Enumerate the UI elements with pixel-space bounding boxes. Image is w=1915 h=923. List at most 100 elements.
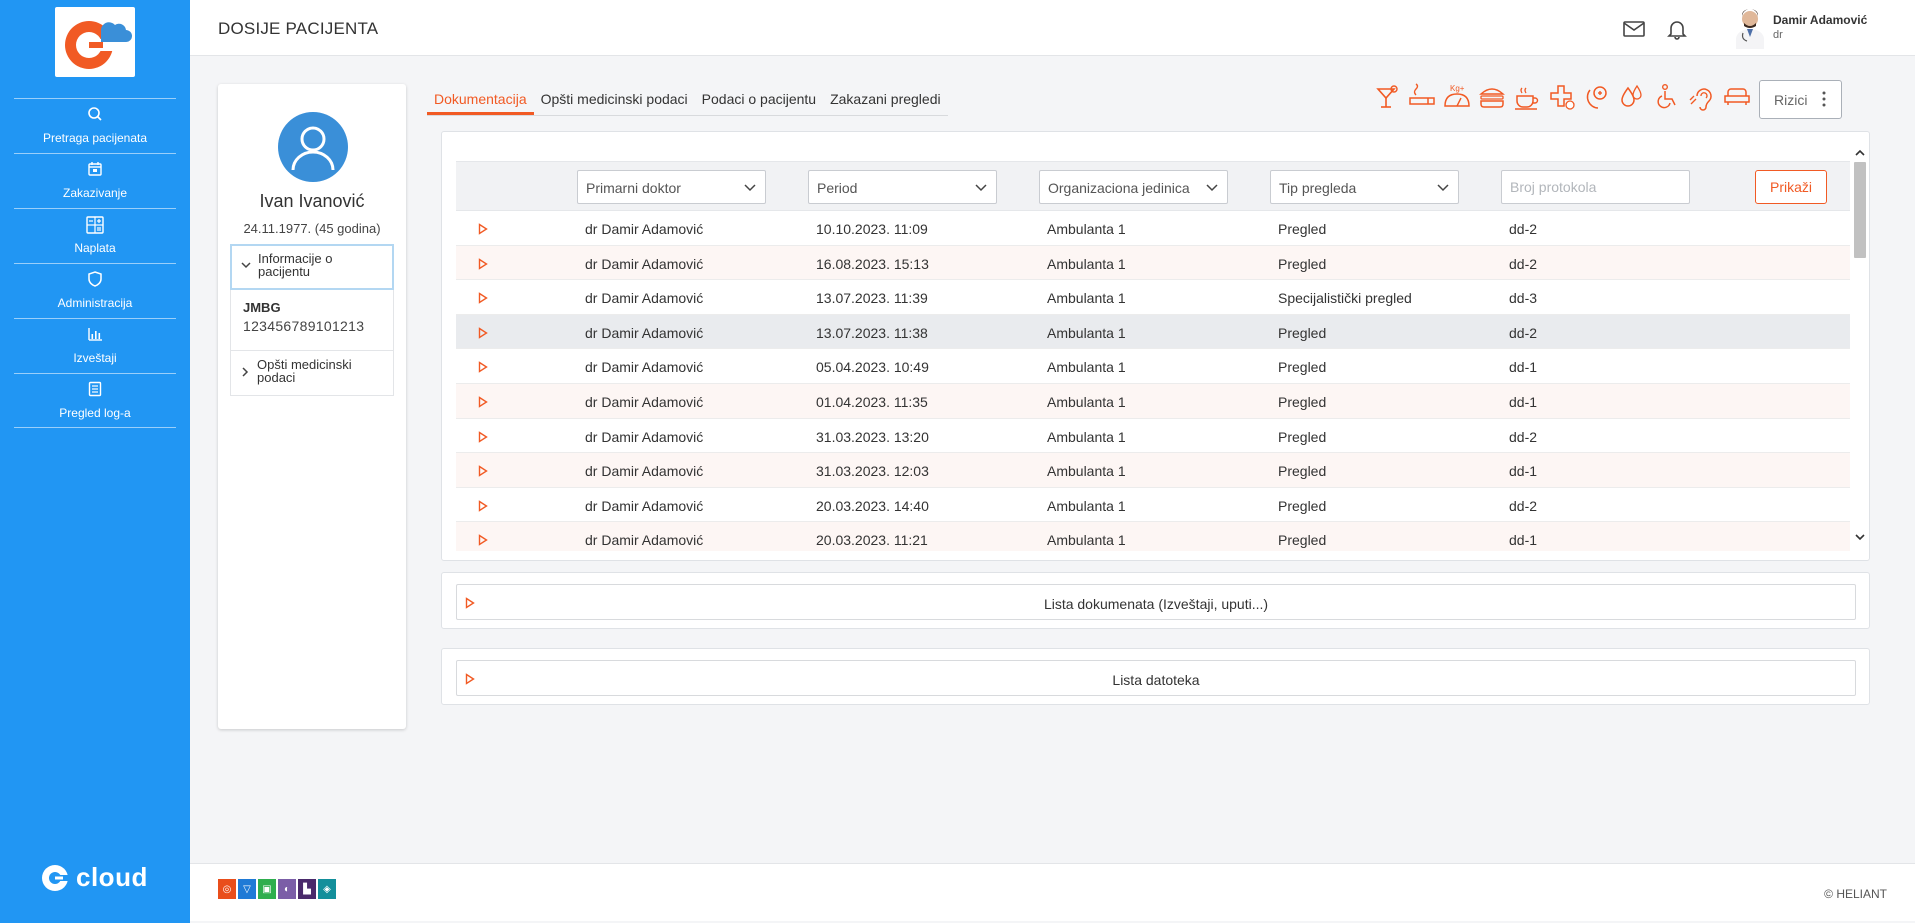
user-name[interactable]: Damir Adamović (1773, 13, 1867, 27)
table-row[interactable]: dr Damir Adamović 13.07.2023. 11:38 Ambula… (456, 314, 1850, 350)
exam-type-filter[interactable]: Tip pregleda (1270, 170, 1459, 204)
unit-cell: Ambulanta 1 (1047, 532, 1126, 549)
exam-type-cell: Pregled (1278, 393, 1327, 410)
date-cell: 31.03.2023. 12:03 (816, 463, 929, 480)
tab-general-medical-data[interactable]: Opšti medicinski podaci (534, 86, 695, 115)
sidebar-item-label: Zakazivanje (62, 186, 128, 200)
jmbg-value: 123456789101213 (243, 318, 365, 334)
virus-icon[interactable] (1582, 82, 1612, 112)
badge-green-icon[interactable]: ▣ (258, 879, 276, 899)
sidebar-item-label: Pregled log-a (59, 406, 131, 420)
drops-icon[interactable] (1617, 82, 1647, 112)
table-row[interactable]: dr Damir Adamović 01.04.2023. 11:35 Ambula… (456, 383, 1850, 419)
unit-cell: Ambulanta 1 (1047, 255, 1126, 272)
doctor-cell: dr Damir Adamović (585, 221, 704, 237)
mail-icon[interactable] (1622, 18, 1646, 40)
play-icon[interactable] (478, 395, 488, 411)
accordion-patient-info[interactable]: Informacije o pacijentu (230, 244, 394, 290)
patient-info-body: JMBG 123456789101213 (230, 290, 394, 350)
scroll-up-icon[interactable] (1855, 148, 1865, 158)
user-icon (291, 126, 335, 171)
protocol-cell: dd-1 (1509, 532, 1538, 549)
table-row[interactable]: dr Damir Adamović 16.08.2023. 15:13 Ambula… (456, 245, 1850, 281)
copyright: © HELIANT (1824, 887, 1887, 901)
unit-filter[interactable]: Organizaciona jedinica (1039, 170, 1228, 204)
tab-documentation[interactable]: Dokumentacija (427, 86, 534, 115)
doctor-cell: dr Damir Adamović (585, 428, 704, 445)
play-icon[interactable] (478, 499, 488, 515)
show-button[interactable]: Prikaži (1755, 170, 1827, 204)
badge-purple-icon[interactable]: ◐ (278, 879, 296, 899)
badge-blue-icon[interactable]: ▽ (238, 879, 256, 899)
table-row[interactable]: dr Damir Adamović 20.03.2023. 11:21 Ambula… (456, 522, 1850, 551)
sofa-icon[interactable] (1722, 82, 1752, 112)
doctor-cell: dr Damir Adamović (585, 463, 704, 480)
burger-icon[interactable] (1477, 82, 1507, 112)
date-cell: 13.07.2023. 11:38 (816, 324, 928, 341)
table-row[interactable]: dr Damir Adamović 13.07.2023. 11:39 Ambula… (456, 280, 1850, 315)
tab-scheduled-exams[interactable]: Zakazani pregledi (823, 86, 948, 115)
sidebar-item-administration[interactable]: Administracija (14, 263, 176, 318)
date-cell: 05.04.2023. 10:49 (816, 359, 929, 376)
sidebar-item-label: Pretraga pacijenata (42, 131, 148, 145)
weight-icon[interactable]: Kg+ (1442, 82, 1472, 112)
play-icon[interactable] (478, 360, 488, 376)
sidebar: Pretraga pacijenata Zakazivanje Naplata … (0, 0, 190, 923)
sidebar-item-scheduling[interactable]: Zakazivanje (14, 153, 176, 208)
sidebar-item-reports[interactable]: Izveštaji (14, 318, 176, 373)
bell-icon[interactable] (1665, 18, 1689, 40)
play-icon[interactable] (478, 464, 488, 480)
badge-teal-icon[interactable]: ◈ (318, 879, 336, 899)
exams-table: dr Damir Adamović 10.10.2023. 11:09 Ambula… (456, 211, 1850, 551)
unit-cell: Ambulanta 1 (1047, 359, 1126, 376)
risks-button-label: Rizici (1774, 92, 1808, 108)
documents-list-toggle[interactable]: Lista dokumenata (Izveštaji, uputi...) (456, 584, 1856, 620)
risk-icons: Kg+ (1372, 82, 1752, 114)
search-icon (14, 105, 176, 127)
doctor-filter[interactable]: Primarni doktor (577, 170, 766, 204)
medical-cross-icon[interactable] (1547, 82, 1577, 112)
play-icon[interactable] (478, 257, 488, 273)
unit-cell: Ambulanta 1 (1047, 497, 1126, 514)
risks-button[interactable]: Rizici (1759, 80, 1842, 119)
play-icon[interactable] (478, 533, 488, 549)
unit-cell: Ambulanta 1 (1047, 290, 1126, 307)
table-row[interactable]: dr Damir Adamović 20.03.2023. 14:40 Ambula… (456, 488, 1850, 523)
sidebar-item-log-review[interactable]: Pregled log-a (14, 373, 176, 428)
files-list-toggle[interactable]: Lista datoteka (456, 660, 1856, 696)
badge-dark-purple-icon[interactable]: ▙ (298, 879, 316, 899)
table-row[interactable]: dr Damir Adamović 31.03.2023. 13:20 Ambula… (456, 419, 1850, 454)
accordion-medical-data[interactable]: Opšti medicinski podaci (230, 350, 394, 396)
app-logo[interactable] (55, 7, 135, 77)
table-row[interactable]: dr Damir Adamović 05.04.2023. 10:49 Ambula… (456, 349, 1850, 384)
table-row[interactable]: dr Damir Adamović 31.03.2023. 12:03 Ambula… (456, 453, 1850, 488)
protocol-number-input[interactable] (1501, 170, 1690, 204)
table-scrollbar[interactable] (1852, 146, 1868, 546)
user-role: dr (1773, 29, 1783, 41)
badge-orange-icon[interactable]: ◎ (218, 879, 236, 899)
coffee-icon[interactable] (1512, 82, 1542, 112)
sidebar-item-billing[interactable]: Naplata (14, 208, 176, 263)
record-tabs: Dokumentacija Opšti medicinski podaci Po… (427, 86, 948, 116)
cloud-logo-icon (42, 864, 69, 891)
user-avatar[interactable] (1730, 7, 1770, 49)
scroll-down-icon[interactable] (1855, 532, 1865, 542)
tab-patient-data[interactable]: Podaci o pacijentu (695, 86, 823, 115)
play-icon[interactable] (478, 430, 488, 446)
play-icon[interactable] (478, 326, 488, 342)
hearing-icon[interactable] (1687, 82, 1717, 112)
doctor-filter-label: Primarni doktor (586, 180, 681, 196)
date-cell: 16.08.2023. 15:13 (816, 255, 929, 272)
scroll-thumb[interactable] (1854, 162, 1866, 258)
sidebar-item-patient-search[interactable]: Pretraga pacijenata (14, 98, 176, 153)
table-row[interactable]: dr Damir Adamović 10.10.2023. 11:09 Ambula… (456, 211, 1850, 246)
cocktail-icon[interactable] (1372, 82, 1402, 112)
cigarette-icon[interactable] (1407, 82, 1437, 112)
exam-type-cell: Pregled (1278, 255, 1327, 272)
play-icon[interactable] (478, 222, 488, 238)
period-filter[interactable]: Period (808, 170, 997, 204)
play-icon[interactable] (478, 291, 488, 307)
documents-panel: Lista dokumenata (Izveštaji, uputi...) (441, 572, 1870, 629)
protocol-cell: dd-1 (1509, 359, 1538, 376)
wheelchair-icon[interactable] (1652, 82, 1682, 112)
